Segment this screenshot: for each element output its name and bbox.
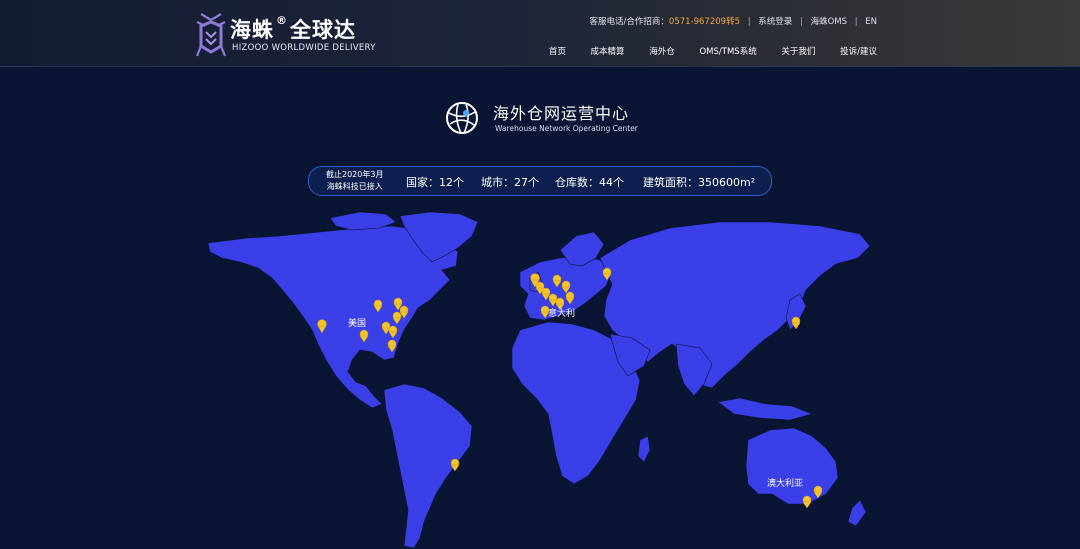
indonesia [717,397,813,421]
south-america [383,383,473,549]
label-usa: 美国 [348,319,367,329]
land-masses [207,211,871,549]
label-australia: 澳大利亚 [767,479,804,489]
australia [745,427,839,505]
label-italy: 意大利 [548,309,576,319]
pin-australia-2 [802,495,812,509]
world-map [207,211,871,549]
new-zealand [847,499,867,527]
madagascar [637,435,651,463]
north-america [207,225,459,409]
